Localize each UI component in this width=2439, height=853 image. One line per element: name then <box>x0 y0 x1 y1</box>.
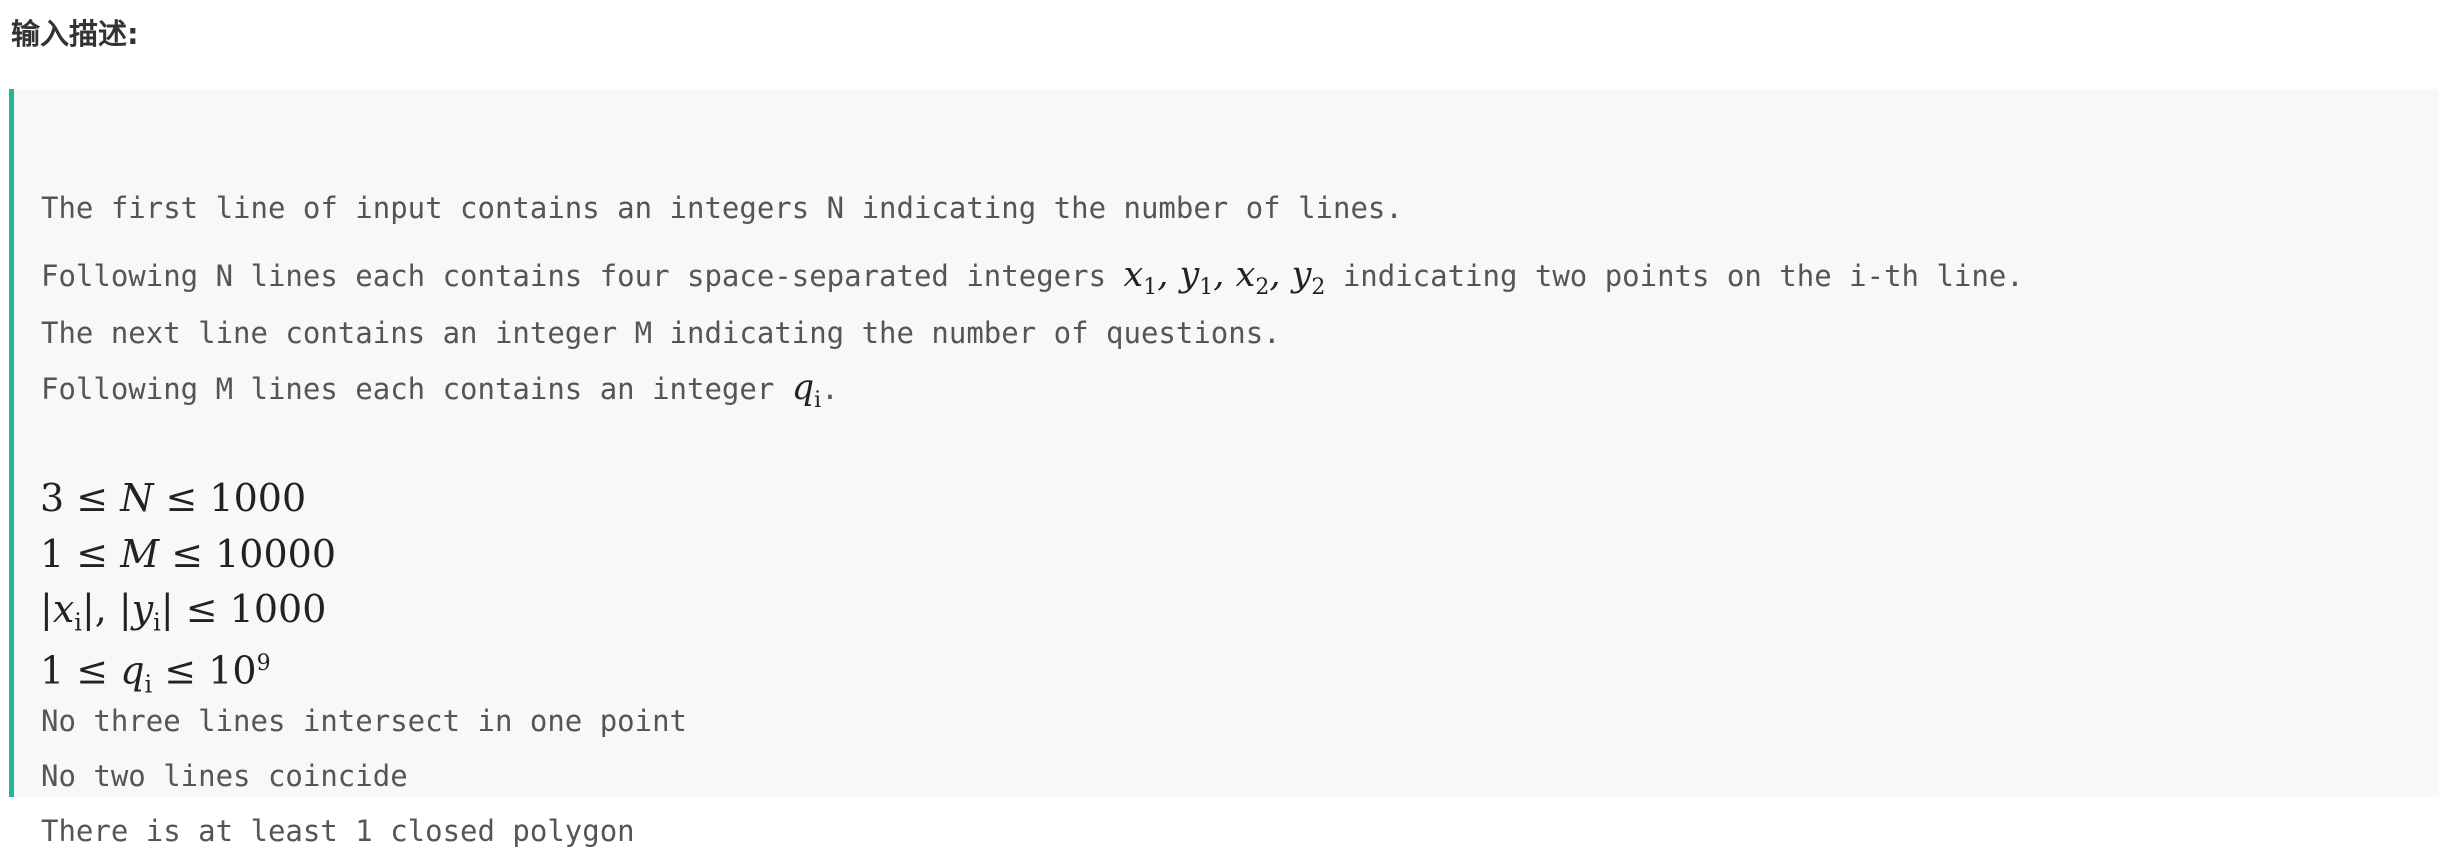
input-line-2-math: x1, y1, x2, y2 <box>1123 255 1326 300</box>
note-no-two-lines: No two lines coincide <box>41 759 408 793</box>
note-closed-polygon: There is at least 1 closed polygon <box>41 814 635 848</box>
note-no-three-lines: No three lines intersect in one point <box>41 704 688 738</box>
input-line-4: Following M lines each contains an integ… <box>41 366 839 423</box>
input-line-2-before: Following N lines each contains four spa… <box>41 259 1124 293</box>
input-line-4-after: . <box>821 372 839 406</box>
math-y1: y1 <box>1179 255 1214 300</box>
input-line-3: The next line contains an integer M indi… <box>41 316 1281 350</box>
constraint-m: 1 ≤ M ≤ 10000 <box>40 532 336 576</box>
input-line-4-math: qi <box>791 368 822 413</box>
math-x1: x1 <box>1123 255 1158 300</box>
section-title: 输入描述: <box>11 17 139 51</box>
input-line-2: Following N lines each contains four spa… <box>41 253 2024 310</box>
input-line-1: The first line of input contains an inte… <box>41 191 1403 225</box>
math-y2: y2 <box>1291 255 1326 300</box>
input-line-4-before: Following M lines each contains an integ… <box>41 372 792 406</box>
input-line-2-after: indicating two points on the i-th line. <box>1325 259 2024 293</box>
constraint-n: 3 ≤ N ≤ 1000 <box>40 476 307 520</box>
input-description-block: The first line of input contains an inte… <box>9 89 2439 848</box>
math-x2: x2 <box>1235 255 1270 300</box>
